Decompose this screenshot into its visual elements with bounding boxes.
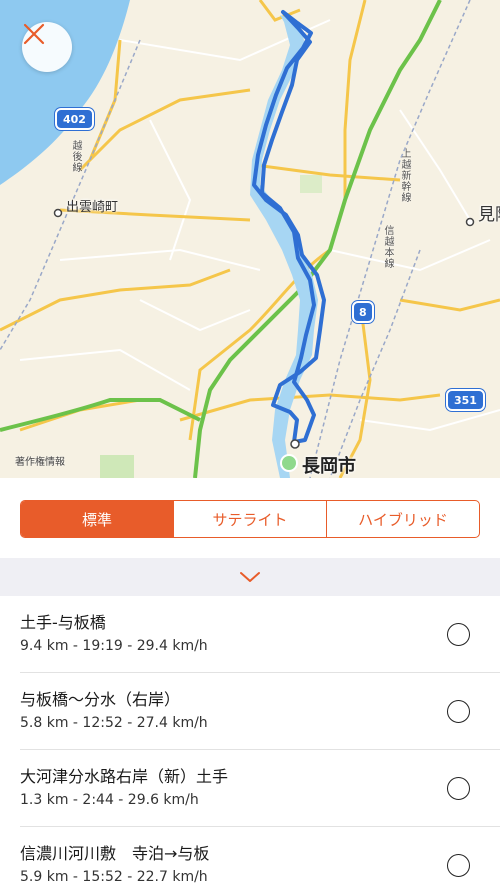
tab-satellite[interactable]: サテライト [173,501,326,537]
map-type-segmented-control: 標準 サテライト ハイブリッド [20,500,480,538]
select-radio[interactable] [447,700,470,723]
list-item[interactable]: 土手-与板橋 9.4 km - 19:19 - 29.4 km/h [20,596,500,673]
park-area [300,175,322,193]
town-dot [465,217,475,227]
segment-stats: 1.3 km - 2:44 - 29.6 km/h [20,792,199,808]
city-label-nagaoka: 長岡市 [302,456,356,477]
rail-label-shinetsu: 信越本線 [382,225,393,269]
town-label-mitsuke: 見附 [478,205,500,225]
town-label-izumozaki: 出雲崎町 [66,200,119,215]
tab-hybrid[interactable]: ハイブリッド [326,501,479,537]
segment-title: 信濃川河川敷 寺泊→与板 [20,844,210,863]
start-marker [280,454,298,472]
town-dot [53,208,63,218]
segment-stats: 9.4 km - 19:19 - 29.4 km/h [20,638,208,654]
segment-stats: 5.9 km - 15:52 - 22.7 km/h [20,869,208,885]
close-button[interactable] [22,22,72,72]
list-item[interactable]: 与板橋〜分水（右岸） 5.8 km - 12:52 - 27.4 km/h [20,673,500,750]
select-radio[interactable] [447,854,470,877]
route-shield-8: 8 [352,301,374,323]
segment-title: 大河津分水路右岸（新）土手 [20,767,229,786]
list-item[interactable]: 大河津分水路右岸（新）土手 1.3 km - 2:44 - 29.6 km/h [20,750,500,827]
rail-label-etsugo: 越後線 [70,140,81,173]
select-radio[interactable] [447,777,470,800]
route-shield-351: 351 [446,389,485,411]
expand-list-button[interactable] [0,558,500,596]
segment-stats: 5.8 km - 12:52 - 27.4 km/h [20,715,208,731]
rail-label-shinkansen: 上越新幹線 [399,148,410,203]
list-item[interactable]: 信濃川河川敷 寺泊→与板 5.9 km - 15:52 - 22.7 km/h [20,827,500,889]
route-shield-402: 402 [55,108,94,130]
segment-list: 土手-与板橋 9.4 km - 19:19 - 29.4 km/h 与板橋〜分水… [0,596,500,889]
end-marker [290,439,300,449]
close-icon [23,23,45,45]
segment-title: 土手-与板橋 [20,613,106,632]
map-copyright-link[interactable]: 著作権情報 [15,453,65,468]
segment-title: 与板橋〜分水（右岸） [20,690,181,709]
tab-standard[interactable]: 標準 [21,501,173,537]
map-canvas[interactable] [0,0,500,478]
select-radio[interactable] [447,623,470,646]
map-view[interactable]: 出雲崎町 見附 長岡市 越後線 上越新幹線 信越本線 402 8 351 著作権… [0,0,500,478]
chevron-down-icon [240,572,260,582]
park-area [100,455,134,478]
sea-area [0,0,130,185]
